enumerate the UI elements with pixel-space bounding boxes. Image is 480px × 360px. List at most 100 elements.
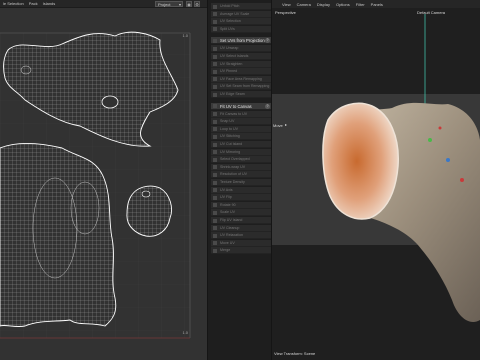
checkbox-icon (213, 157, 217, 162)
checkbox-icon (213, 142, 217, 147)
tool-item[interactable]: UV Straighten (211, 60, 271, 68)
tool-item-label: Shrink-wrap UV (220, 164, 246, 169)
uv-canvas[interactable]: 1.0 1.0 (0, 8, 207, 360)
tool-item-label: UV Selection (220, 19, 241, 24)
tool-item[interactable]: Flip UV Island (211, 217, 271, 224)
checkbox-icon (213, 69, 217, 74)
checkbox-icon (213, 150, 217, 155)
tool-item[interactable]: Loop to UV (211, 125, 271, 133)
checkbox-icon (213, 119, 217, 124)
checkbox-icon (213, 233, 217, 238)
tool-item[interactable]: Shrink-wrap UV (211, 163, 271, 171)
checkbox-icon (213, 84, 217, 89)
tool-item-label: Split UVs (220, 26, 235, 31)
checkbox-icon (213, 27, 217, 32)
tool-item-label: Select Overlapped (220, 157, 250, 162)
checkbox-icon (213, 165, 217, 170)
tool-item[interactable]: UV Select Islands (211, 53, 271, 60)
settings-icon[interactable]: ⚙ (194, 1, 200, 7)
tool-item[interactable]: Snap UV (211, 118, 271, 126)
checkbox-icon (213, 195, 217, 200)
checkbox-icon (213, 210, 217, 215)
checkbox-icon (213, 127, 217, 132)
tool-item-label: Set UVs from Projection (220, 38, 265, 44)
checkbox-icon (213, 188, 217, 193)
tool-item[interactable]: Set UVs from Projection? (211, 37, 271, 45)
tool-item-label: UV Pinned (220, 69, 238, 74)
chevron-down-icon: ▾ (178, 2, 181, 7)
checkbox-icon (213, 226, 217, 231)
tool-item[interactable]: UV Cut Island (211, 141, 271, 148)
uv-editor-pane[interactable]: le Selection Pack Islands Project ▾ ◉ ⚙ (0, 0, 207, 360)
tool-item-label: UV Straighten (220, 61, 243, 66)
eye-icon[interactable]: ◉ (186, 1, 192, 7)
move-label: Move (273, 123, 283, 128)
tool-item[interactable]: UV Unwrap (211, 45, 271, 53)
checkbox-icon (213, 12, 217, 17)
tool-item[interactable]: Fit Canvas to UV (211, 110, 271, 118)
tool-item-label: UV Edge Seam (220, 92, 245, 96)
tool-item[interactable]: UV Set Seam from Remapping (211, 83, 271, 91)
3d-viewport[interactable]: View Camera Display Options Filter Panel… (272, 0, 480, 360)
tool-item[interactable]: UV Relaxation (211, 232, 271, 240)
tool-item-label: Fit UV to Canvas (220, 103, 252, 109)
tool-item[interactable]: Select Overlapped (211, 156, 271, 164)
tool-item[interactable]: Scale UV (211, 209, 271, 217)
tool-item[interactable]: UV Face Area Remapping (211, 75, 271, 83)
checkbox-icon (213, 46, 217, 51)
help-icon[interactable]: ? (265, 38, 270, 44)
tool-item-label: UV Axis (220, 187, 233, 192)
tool-item[interactable]: Move UV (211, 239, 271, 247)
tool-item[interactable]: Split UVs (211, 25, 271, 33)
menu-islands[interactable]: Islands (43, 1, 56, 6)
tool-item-label: Snap UV (220, 119, 235, 124)
tool-item-label: UV Cut Island (220, 142, 243, 146)
tool-item[interactable]: Resolution of UV (211, 171, 271, 179)
tool-item-label: Move UV (220, 240, 235, 245)
tool-item[interactable]: Average UV Scale (211, 10, 271, 18)
tool-item[interactable]: UV Selection (211, 18, 271, 26)
perspective-label: Perspective (275, 10, 296, 15)
uv-island-small[interactable] (126, 185, 172, 237)
tool-item-label: Scale UV (220, 210, 235, 215)
tool-item[interactable]: UV Cleanup (211, 224, 271, 232)
tool-item[interactable]: UV Axis (211, 186, 271, 194)
tool-item-label: UV Cleanup (220, 225, 240, 230)
menu-selection[interactable]: le Selection (3, 1, 24, 6)
tool-item[interactable]: Rotate 90 (211, 201, 271, 209)
uv-island-bottom[interactable] (0, 142, 117, 328)
checkbox-icon (213, 172, 217, 177)
help-icon[interactable]: ? (265, 103, 270, 109)
tool-item[interactable]: Texture Density (211, 179, 271, 186)
uv-tools-panel: Unfold Pitch Average UV Scale UV Selection… (207, 0, 272, 360)
move-handle-icon[interactable]: ▸ (285, 122, 287, 127)
tool-item-label: Rotate 90 (220, 202, 236, 207)
checkbox-icon (213, 54, 217, 59)
tool-item[interactable]: Unfold Pitch (211, 3, 271, 10)
project-dropdown-label: Project (158, 2, 171, 7)
tool-item-label: Merge (220, 248, 231, 253)
tool-item[interactable]: UV Flip (211, 194, 271, 202)
tool-item-label: Loop to UV (220, 126, 238, 131)
tool-item-label: Flip UV Island (220, 218, 243, 222)
tool-item-label: Fit Canvas to UV (220, 111, 248, 116)
viewport-status: View Transform: Scene (274, 351, 316, 356)
tool-item[interactable]: UV Pinned (211, 68, 271, 76)
project-dropdown[interactable]: Project ▾ (155, 1, 183, 7)
shell-model[interactable] (322, 102, 480, 322)
tool-item[interactable]: UV Mirroring (211, 148, 271, 156)
menu-pack[interactable]: Pack (29, 1, 38, 6)
checkbox-icon (213, 19, 217, 24)
checkbox-icon (213, 134, 217, 139)
checkbox-icon (213, 112, 217, 117)
tool-item[interactable]: UV Edge Seam (211, 91, 271, 98)
checkbox-icon (213, 180, 217, 185)
tool-item[interactable]: UV Stitching (211, 133, 271, 141)
camera-label: Default Camera (417, 10, 446, 15)
tool-item-label: UV Flip (220, 195, 232, 200)
checkbox-icon (213, 241, 217, 246)
checkbox-icon (213, 92, 217, 97)
tool-item-label: Resolution of UV (220, 172, 247, 177)
tool-item[interactable]: Merge (211, 247, 271, 255)
tool-item[interactable]: Fit UV to Canvas? (211, 102, 271, 110)
